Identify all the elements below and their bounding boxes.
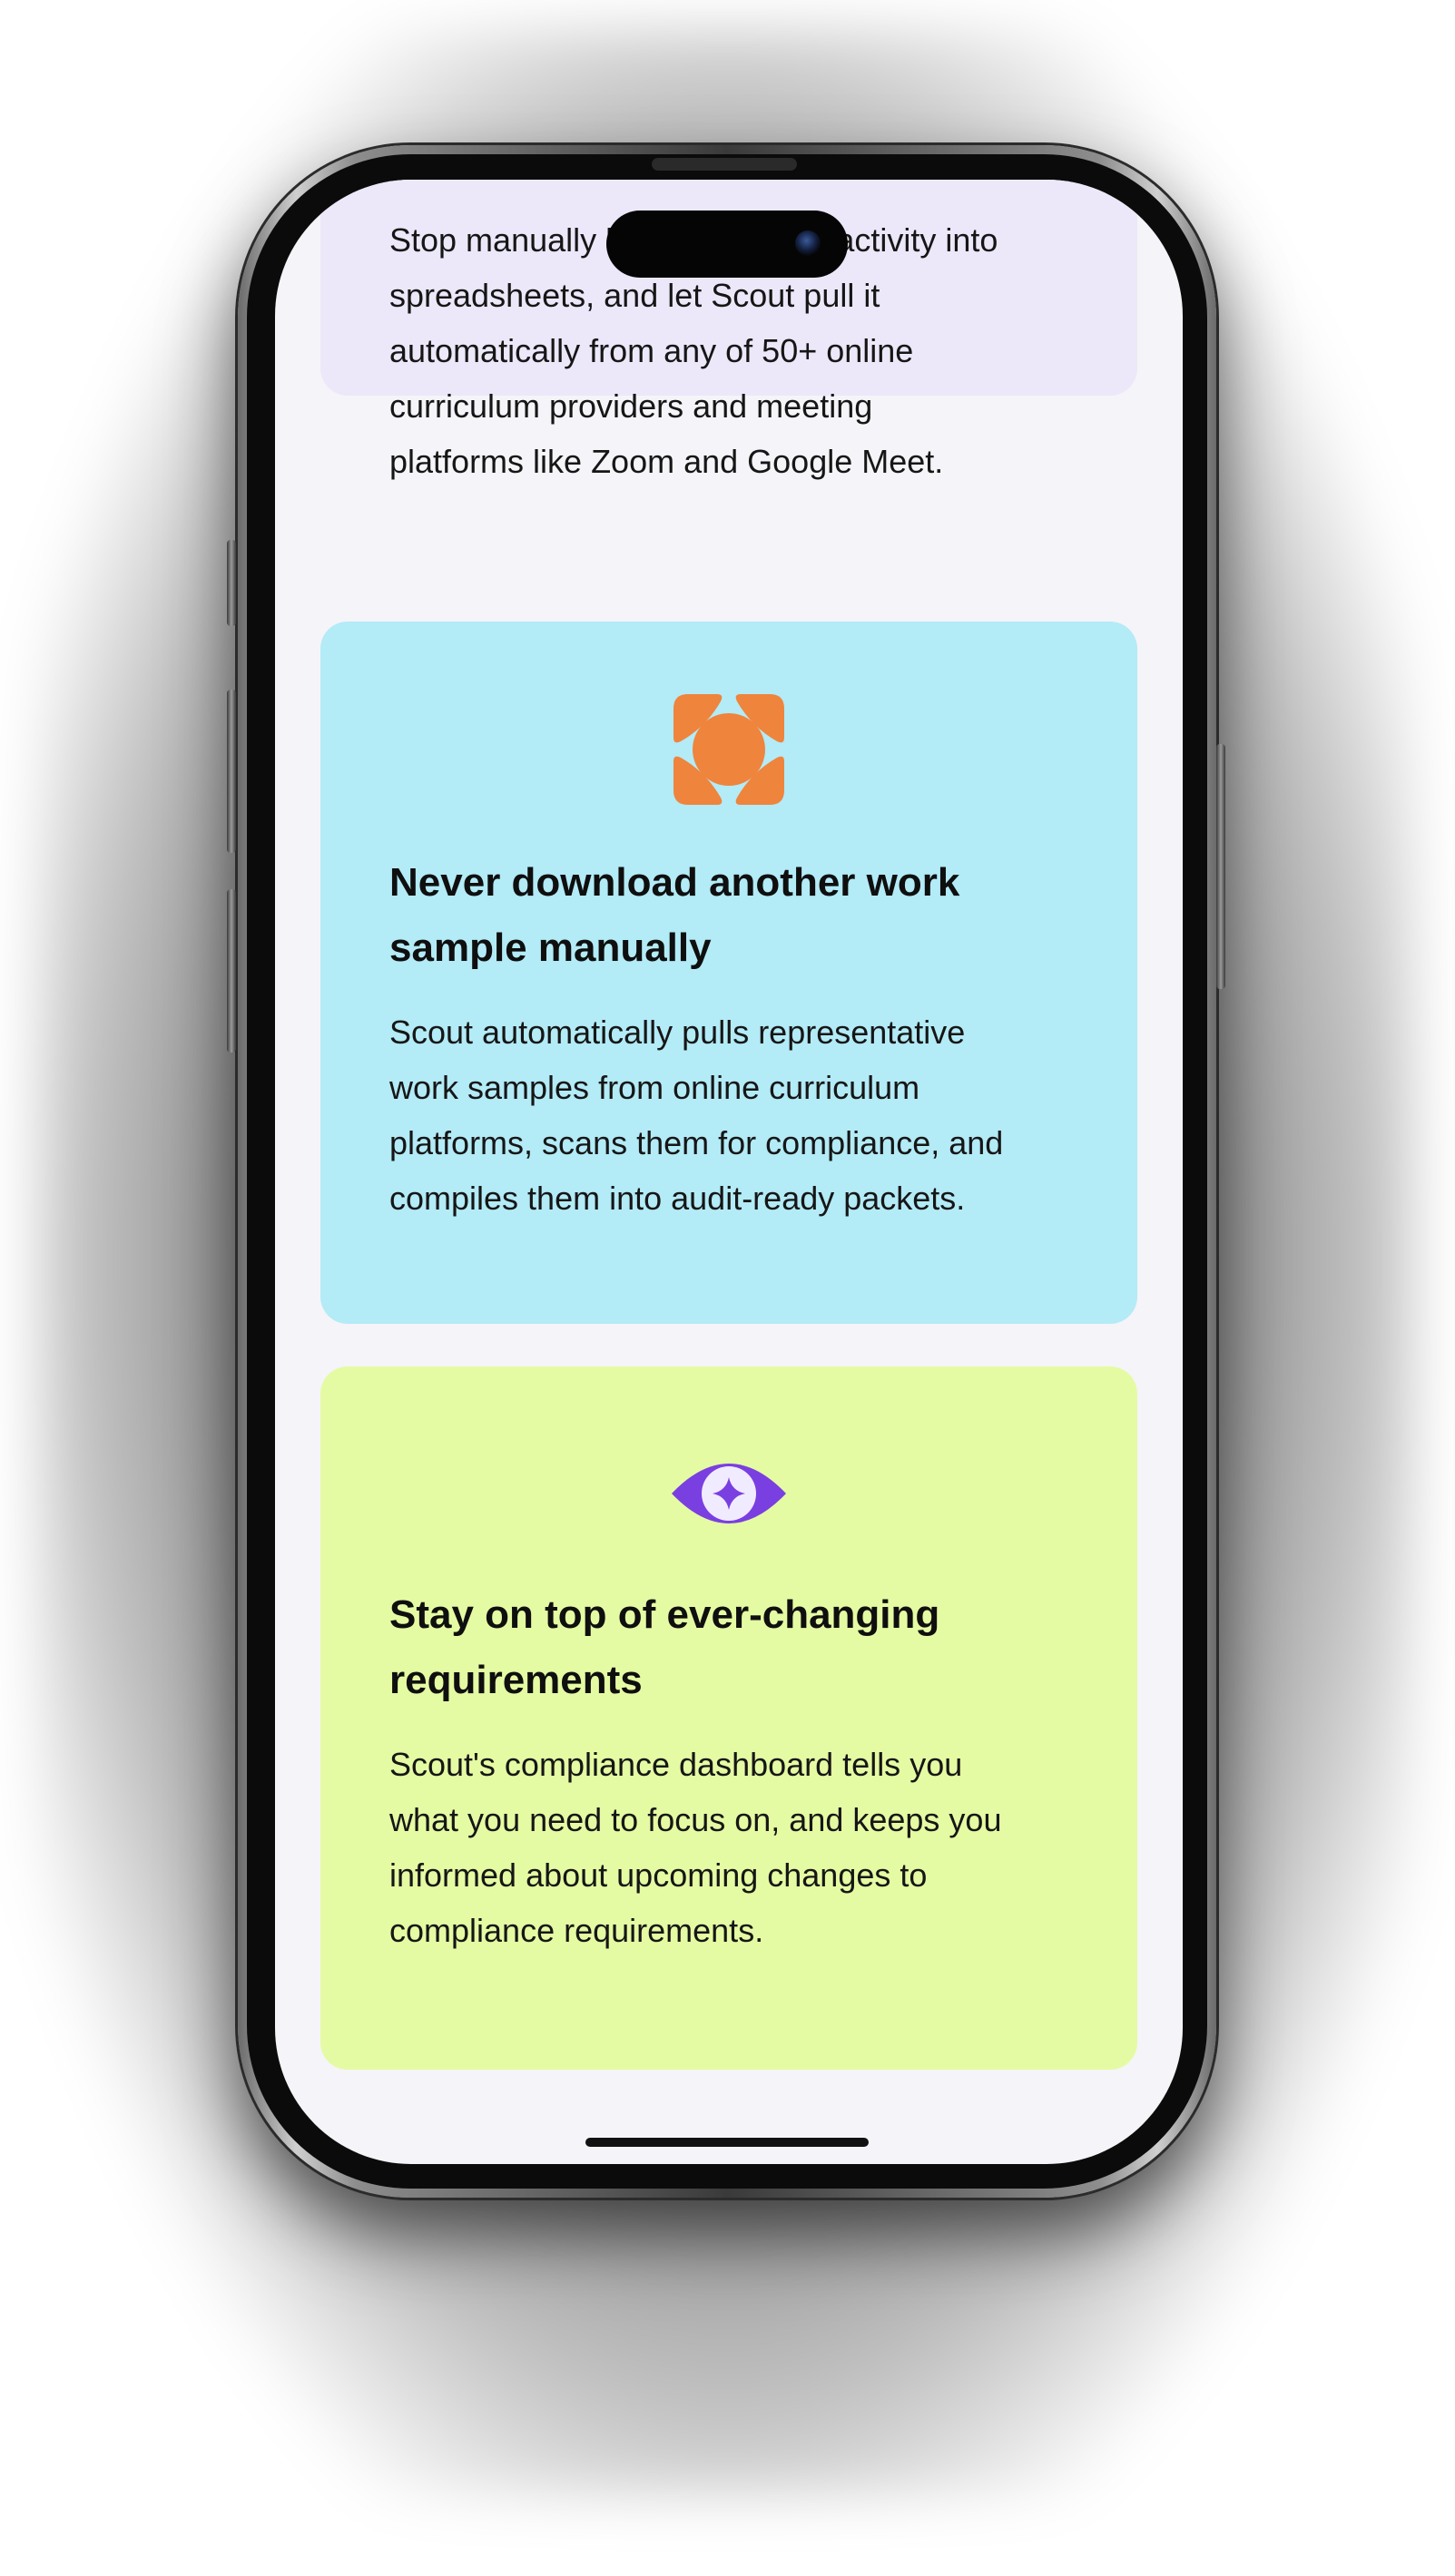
text-line: work samples from online curriculum [389, 1069, 920, 1106]
text-line: platforms like Zoom and Google Meet. [389, 443, 944, 480]
title-line: Never download another work [389, 860, 960, 905]
power-button [1216, 744, 1225, 989]
feature-card-requirements: Stay on top of ever-changing requirement… [320, 1366, 1137, 2070]
volume-down-button [227, 889, 236, 1053]
feature-card-work-samples: Never download another work sample manua… [320, 622, 1137, 1324]
title-line: sample manually [389, 926, 712, 970]
home-indicator[interactable] [585, 2138, 869, 2147]
title-line: Stay on top of ever-changing [389, 1592, 940, 1637]
text-line: spreadsheets, and let Scout pull it [389, 277, 880, 314]
text-line: automatically from any of 50+ online [389, 332, 914, 369]
card-title: Stay on top of ever-changing requirement… [389, 1582, 1068, 1713]
phone-screen: Stop manually logging student activity i… [275, 180, 1183, 2164]
title-line: requirements [389, 1658, 643, 1702]
text-line: what you need to focus on, and keeps you [389, 1801, 1002, 1838]
card-description: Scout automatically pulls representative… [389, 1004, 1068, 1226]
front-camera-icon [795, 230, 821, 256]
text-line: compliance requirements. [389, 1912, 764, 1949]
text-line: Scout automatically pulls representative [389, 1014, 966, 1051]
card-description: Scout's compliance dashboard tells you w… [389, 1737, 1068, 1958]
speaker-grille [652, 158, 797, 171]
eye-sparkle-icon [670, 1455, 788, 1532]
text-line: compiles them into audit-ready packets. [389, 1180, 966, 1217]
text-line: Scout's compliance dashboard tells you [389, 1746, 963, 1783]
text-line: curriculum providers and meeting [389, 387, 873, 425]
action-button [227, 540, 236, 626]
dynamic-island [606, 211, 848, 278]
text-line: informed about upcoming changes to [389, 1856, 928, 1894]
text-line: platforms, scans them for compliance, an… [389, 1124, 1004, 1161]
orange-frame-icon [670, 691, 788, 808]
card-title: Never download another work sample manua… [389, 850, 1068, 981]
volume-up-button [227, 690, 236, 853]
